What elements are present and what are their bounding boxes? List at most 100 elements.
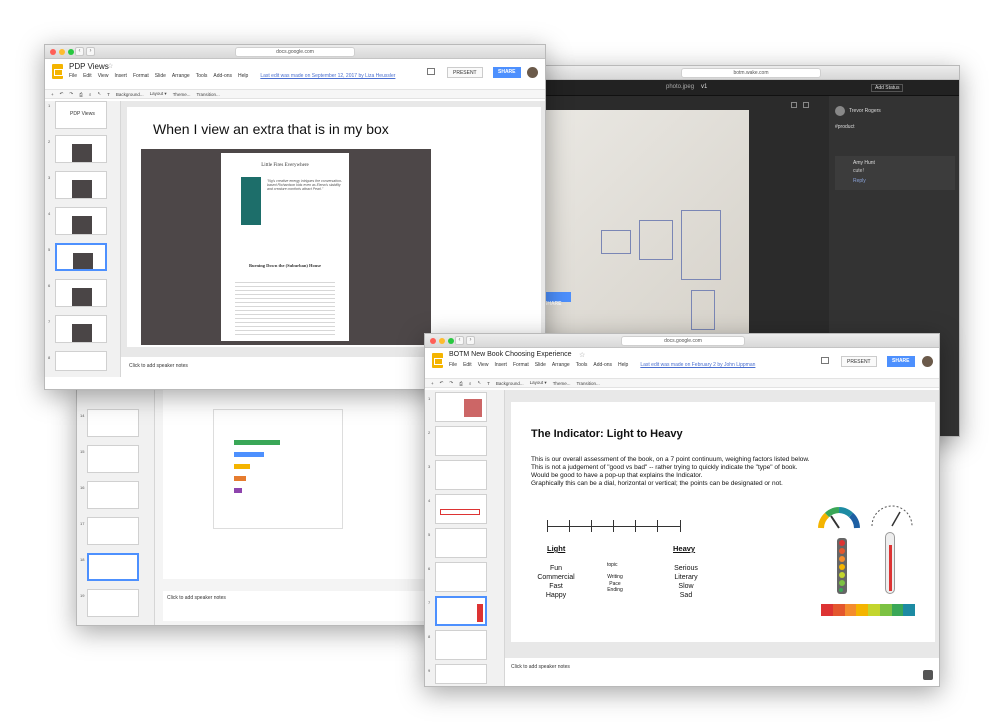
zoom-icon[interactable] — [68, 49, 74, 55]
toolbar-layout[interactable]: Layout ▾ — [530, 380, 547, 386]
toolbar-layout[interactable]: Layout ▾ — [150, 91, 167, 97]
menu-tools[interactable]: Tools — [576, 362, 588, 368]
slide-thumb[interactable] — [55, 315, 107, 343]
back-icon[interactable]: ‹ — [75, 47, 84, 56]
menu-slide[interactable]: Slide — [535, 362, 546, 368]
menu-file[interactable]: File — [449, 362, 457, 368]
menu-view[interactable]: View — [98, 73, 109, 79]
left-slide-canvas[interactable]: When I view an extra that is in my box L… — [127, 107, 541, 347]
undo-icon[interactable]: ↶ — [60, 91, 64, 97]
slide-thumb[interactable] — [435, 664, 487, 684]
add-slide-icon[interactable]: + — [431, 381, 434, 386]
toolbar-transition[interactable]: Transition... — [196, 92, 219, 97]
mid-slide-thumb[interactable] — [87, 409, 139, 437]
menu-edit[interactable]: Edit — [83, 73, 92, 79]
slide-thumb[interactable] — [435, 528, 487, 558]
menu-arrange[interactable]: Arrange — [172, 73, 190, 79]
slide-thumb[interactable] — [435, 562, 487, 592]
slides-logo-icon[interactable] — [52, 64, 63, 79]
slides-logo-icon[interactable] — [432, 353, 443, 368]
address-bar[interactable]: docs.google.com — [621, 336, 745, 346]
print-icon[interactable]: ⎙ — [459, 381, 463, 386]
present-button[interactable]: PRESENT — [447, 67, 483, 78]
menu-insert[interactable]: Insert — [494, 362, 507, 368]
print-icon[interactable]: ⎙ — [79, 92, 83, 97]
menu-format[interactable]: Format — [513, 362, 529, 368]
avatar[interactable] — [527, 67, 538, 78]
menu-slide[interactable]: Slide — [155, 73, 166, 79]
slide-thumb-selected[interactable] — [435, 596, 487, 626]
address-bar[interactable]: docs.google.com — [235, 47, 355, 57]
window-controls[interactable] — [50, 49, 74, 55]
slide-thumb[interactable] — [435, 630, 487, 660]
close-icon[interactable] — [50, 49, 56, 55]
cursor-icon[interactable]: ↖ — [97, 91, 101, 97]
slide-thumb[interactable] — [435, 494, 487, 524]
close-icon[interactable] — [430, 338, 436, 344]
menu-insert[interactable]: Insert — [114, 73, 127, 79]
forward-icon[interactable]: › — [86, 47, 95, 56]
menu-edit[interactable]: Edit — [463, 362, 472, 368]
right-speaker-notes[interactable]: Click to add speaker notes — [505, 658, 939, 686]
slide-thumb[interactable] — [55, 351, 107, 371]
cursor-icon[interactable]: ↖ — [477, 380, 481, 386]
menu-help[interactable]: Help — [238, 73, 248, 79]
redo-icon[interactable]: ↷ — [449, 380, 453, 386]
zoom-icon[interactable]: ⌕ — [469, 381, 472, 386]
add-slide-icon[interactable]: + — [51, 92, 54, 97]
window-controls[interactable] — [430, 338, 454, 344]
mid-speaker-notes[interactable]: Click to add speaker notes — [163, 591, 453, 621]
menu-format[interactable]: Format — [133, 73, 149, 79]
pin-icon[interactable] — [791, 102, 797, 108]
menu-tools[interactable]: Tools — [196, 73, 208, 79]
toolbar-theme[interactable]: Theme... — [553, 381, 571, 386]
version-select[interactable]: v1 — [701, 84, 707, 90]
mid-slide-thumb[interactable] — [87, 445, 139, 473]
present-button[interactable]: PRESENT — [841, 356, 877, 367]
slide-thumb[interactable] — [435, 460, 487, 490]
mid-slide-thumb-selected[interactable] — [87, 553, 139, 581]
star-icon[interactable]: ☆ — [579, 351, 585, 359]
toolbar-background[interactable]: Background... — [496, 381, 524, 386]
undo-icon[interactable]: ↶ — [440, 380, 444, 386]
slide-thumb-selected[interactable] — [55, 243, 107, 271]
back-icon[interactable]: ‹ — [455, 336, 464, 345]
menu-view[interactable]: View — [478, 362, 489, 368]
minimize-icon[interactable] — [59, 49, 65, 55]
menu-arrange[interactable]: Arrange — [552, 362, 570, 368]
slide-thumb[interactable] — [435, 426, 487, 456]
slide-thumb[interactable] — [55, 135, 107, 163]
share-button[interactable]: SHARE — [493, 67, 521, 78]
mid-slide-thumb[interactable] — [87, 517, 139, 545]
menu-help[interactable]: Help — [618, 362, 628, 368]
comments-icon[interactable] — [821, 357, 829, 364]
zoom-icon[interactable]: ⌕ — [89, 92, 92, 97]
add-status-button[interactable]: Add Status — [871, 84, 904, 92]
redo-icon[interactable]: ↷ — [69, 91, 73, 97]
menu-addons[interactable]: Add-ons — [213, 73, 232, 79]
toolbar-transition[interactable]: Transition... — [576, 381, 599, 386]
textbox-icon[interactable]: T — [107, 92, 110, 97]
toolbar-background[interactable]: Background... — [116, 92, 144, 97]
select-icon[interactable] — [803, 102, 809, 108]
share-button[interactable]: SHARE — [887, 356, 915, 367]
slide-thumb[interactable] — [55, 171, 107, 199]
menu-addons[interactable]: Add-ons — [593, 362, 612, 368]
last-edit-link[interactable]: Last edit was made on February 2 by John… — [640, 362, 755, 368]
toolbar-theme[interactable]: Theme... — [173, 92, 191, 97]
doc-title[interactable]: BOTM New Book Choosing Experience — [449, 351, 572, 358]
menu-file[interactable]: File — [69, 73, 77, 79]
mid-slide-thumb[interactable] — [87, 481, 139, 509]
slide-thumb[interactable] — [435, 392, 487, 422]
reply-button[interactable]: Reply — [853, 178, 866, 184]
slide-thumb[interactable]: PDP Views — [55, 101, 107, 129]
star-icon[interactable]: ☆ — [107, 62, 113, 70]
zoom-icon[interactable] — [448, 338, 454, 344]
comments-icon[interactable] — [427, 68, 435, 75]
avatar[interactable] — [922, 356, 933, 367]
address-bar[interactable]: botm.wake.com — [681, 68, 821, 78]
textbox-icon[interactable]: T — [487, 381, 490, 386]
explore-icon[interactable] — [923, 670, 933, 680]
doc-title[interactable]: PDP Views — [69, 62, 109, 71]
indicator-slide[interactable]: The Indicator: Light to Heavy This is ou… — [511, 402, 935, 642]
